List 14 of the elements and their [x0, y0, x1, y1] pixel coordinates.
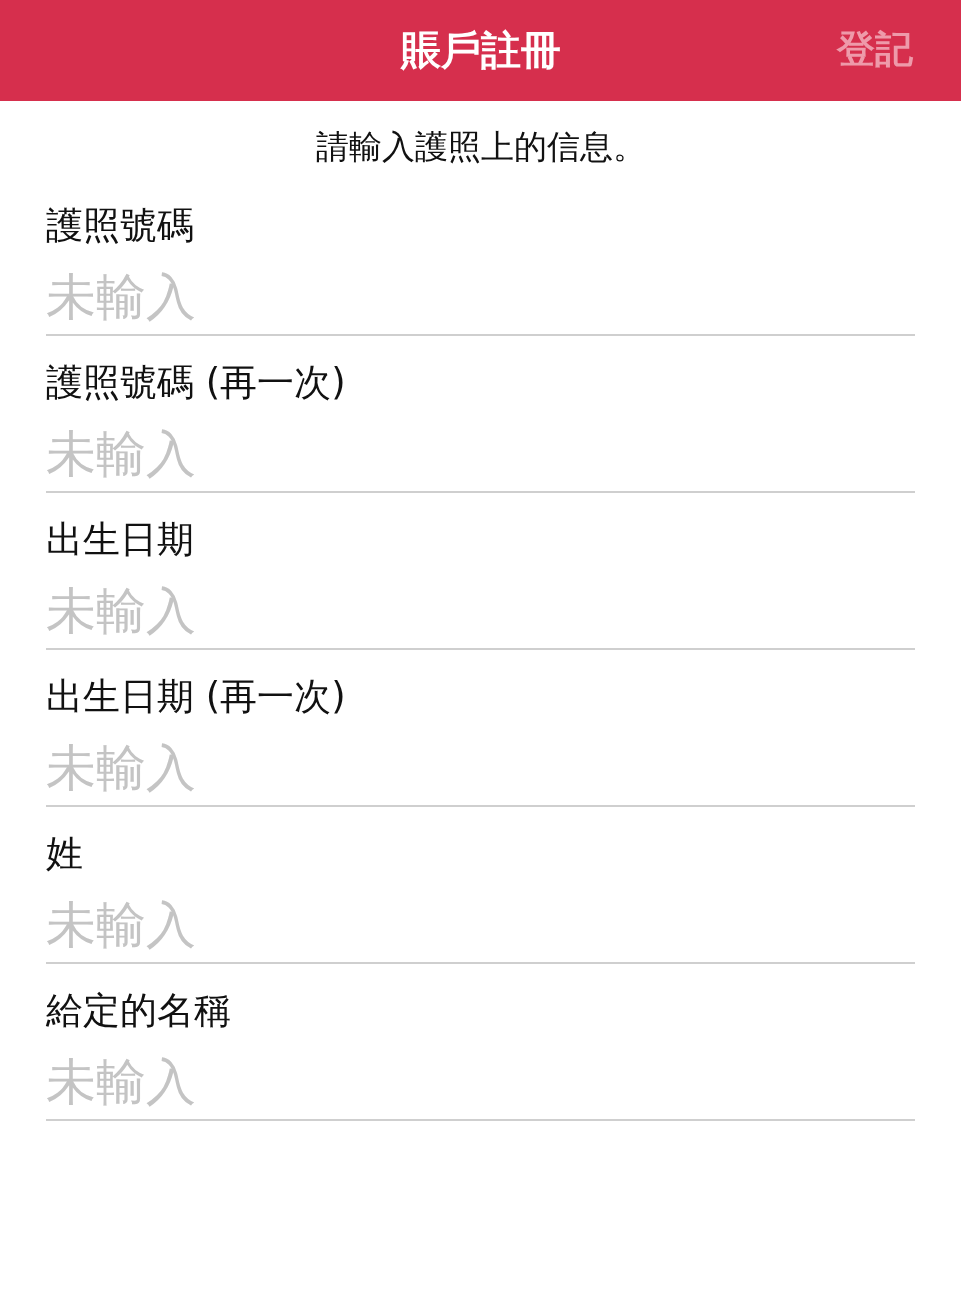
- field-label: 出生日期: [46, 517, 195, 563]
- input-field[interactable]: 未輸入: [46, 581, 915, 641]
- field-label: 出生日期 (再一次): [46, 674, 347, 720]
- input-field[interactable]: 未輸入: [46, 895, 915, 955]
- input-field[interactable]: 未輸入: [46, 738, 915, 798]
- input-field[interactable]: 未輸入: [46, 424, 915, 484]
- input-field[interactable]: 未輸入: [46, 267, 915, 327]
- field-label: 護照號碼: [46, 203, 195, 249]
- input-field[interactable]: 未輸入: [46, 1052, 915, 1112]
- field-label: 姓: [46, 831, 84, 877]
- field-label: 護照號碼 (再一次): [46, 360, 347, 406]
- instruction-text: 請輸入護照上的信息。: [314, 126, 647, 168]
- field-label: 給定的名稱: [46, 988, 232, 1034]
- screen-title: 賬戶註冊: [400, 26, 561, 75]
